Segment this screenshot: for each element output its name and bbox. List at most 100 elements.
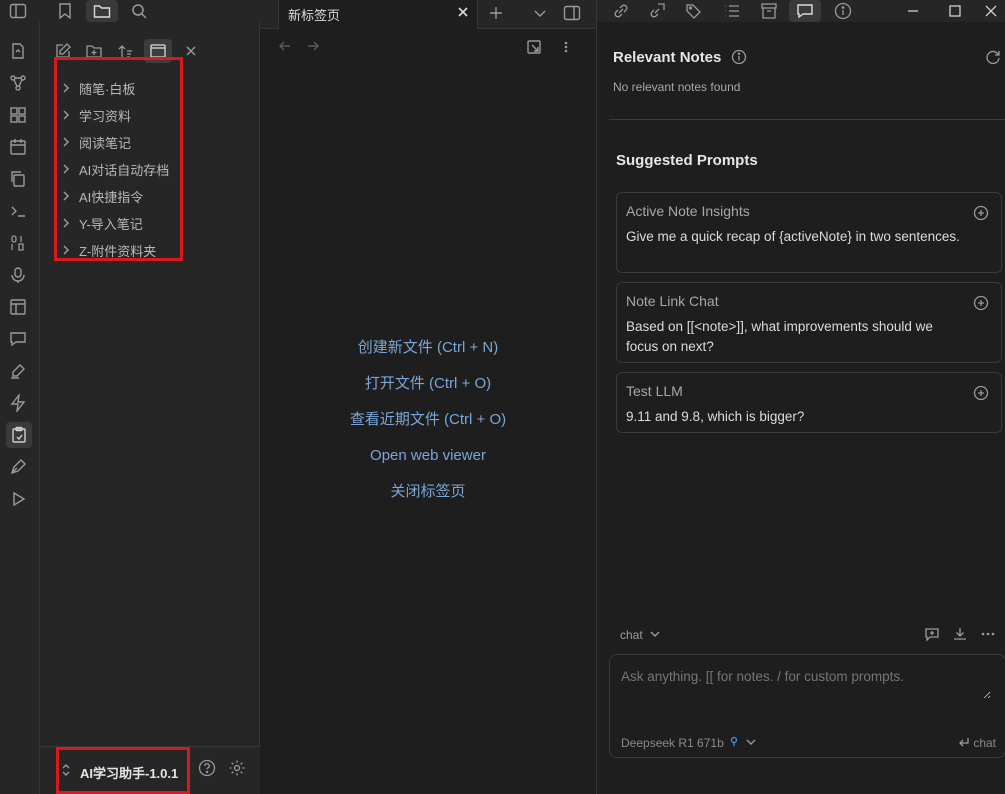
prompt-card[interactable]: Note Link Chat Based on [[<note>]], what… xyxy=(616,282,1002,363)
relevant-notes-empty-text: No relevant notes found xyxy=(613,80,741,94)
daily-note-calendar-icon[interactable] xyxy=(8,137,28,157)
tree-folder-label: 随笔·白板 xyxy=(79,81,136,97)
forward-arrow-icon[interactable] xyxy=(306,39,320,56)
close-tab-link[interactable]: 关闭标签页 xyxy=(260,483,596,519)
tree-folder-item[interactable]: Y-导入笔记 xyxy=(59,212,143,234)
bookmark-icon[interactable] xyxy=(52,0,78,22)
create-new-file-link[interactable]: 创建新文件 (Ctrl + N) xyxy=(260,339,596,375)
tree-folder-item[interactable]: 随笔·白板 xyxy=(59,77,135,99)
tree-folder-label: AI对话自动存档 xyxy=(79,162,170,178)
right-sidebar-toggle-icon[interactable] xyxy=(563,5,581,24)
chevron-down-icon xyxy=(746,739,756,745)
minimize-icon[interactable] xyxy=(900,0,926,22)
prompt-card[interactable]: Active Note Insights Give me a quick rec… xyxy=(616,192,1002,273)
highlighter-icon[interactable] xyxy=(8,361,28,381)
new-chat-icon[interactable] xyxy=(924,626,940,645)
tree-folder-label: 阅读笔记 xyxy=(79,135,132,151)
more-horizontal-icon[interactable] xyxy=(980,626,996,645)
chevron-right-icon xyxy=(59,83,73,93)
tree-folder-item[interactable]: AI对话自动存档 xyxy=(59,158,169,180)
chevron-right-icon xyxy=(59,218,73,228)
lightbulb-icon xyxy=(730,736,738,746)
chevron-right-icon xyxy=(59,191,73,201)
right-sidebar-tab-header xyxy=(597,0,1005,22)
prompt-card-title: Note Link Chat xyxy=(626,293,719,309)
chevron-up-down-icon xyxy=(61,762,71,781)
settings-gear-icon[interactable] xyxy=(228,759,246,780)
tab-new-tab[interactable]: 新标签页 xyxy=(278,0,478,29)
download-icon[interactable] xyxy=(952,626,968,645)
templates-copy-icon[interactable] xyxy=(8,169,28,189)
sidebar-toggle-icon[interactable] xyxy=(5,0,31,22)
tab-title: 新标签页 xyxy=(288,8,341,23)
outline-icon[interactable] xyxy=(719,0,745,22)
chat-bubble-icon[interactable] xyxy=(789,0,821,22)
chevron-down-icon[interactable] xyxy=(649,628,661,643)
tab-list-chevron-down-icon[interactable] xyxy=(532,5,548,24)
prompt-card-text: Give me a quick recap of {activeNote} in… xyxy=(626,229,960,244)
binary-icon[interactable] xyxy=(8,233,28,253)
tab-bar: 新标签页 xyxy=(260,0,596,29)
archive-icon[interactable] xyxy=(756,0,782,22)
relevant-notes-title: Relevant Notes xyxy=(613,49,722,66)
add-prompt-plus-icon[interactable] xyxy=(973,385,989,404)
message-icon[interactable] xyxy=(8,329,28,349)
clipboard-icon[interactable] xyxy=(6,422,32,448)
prompt-card-text: 9.11 and 9.8, which is bigger? xyxy=(626,409,805,424)
tags-icon[interactable] xyxy=(681,0,707,22)
lightning-icon[interactable] xyxy=(8,393,28,413)
chevron-right-icon xyxy=(59,110,73,120)
prompt-card-title: Active Note Insights xyxy=(626,203,750,219)
microphone-icon[interactable] xyxy=(8,265,28,285)
sidebar-tab-header xyxy=(0,0,260,22)
more-options-icon[interactable] xyxy=(563,39,569,58)
tree-folder-item[interactable]: Z-附件资料夹 xyxy=(59,239,156,261)
search-icon[interactable] xyxy=(126,0,152,22)
add-prompt-plus-icon[interactable] xyxy=(973,205,989,224)
tree-folder-item[interactable]: 学习资料 xyxy=(59,104,131,126)
info-icon[interactable] xyxy=(731,49,747,68)
chevron-right-icon xyxy=(59,245,73,255)
help-icon[interactable] xyxy=(198,759,216,780)
terminal-icon[interactable] xyxy=(8,201,28,221)
vault-switcher[interactable]: AI学习助手-1.0.1 xyxy=(56,747,190,794)
close-x-icon[interactable] xyxy=(180,40,202,62)
info-icon[interactable] xyxy=(830,0,856,22)
editor-pane: 创建新文件 (Ctrl + N) 打开文件 (Ctrl + O) 查看近期文件 … xyxy=(260,29,596,794)
back-arrow-icon[interactable] xyxy=(278,39,292,56)
outgoing-links-icon[interactable] xyxy=(644,0,670,22)
graph-view-icon[interactable] xyxy=(8,73,28,93)
close-icon[interactable] xyxy=(457,6,469,21)
new-tab-plus-icon[interactable] xyxy=(488,5,504,24)
enter-icon xyxy=(959,738,969,747)
refresh-icon[interactable] xyxy=(985,49,1001,68)
tree-folder-label: Z-附件资料夹 xyxy=(79,243,157,259)
chat-input[interactable] xyxy=(621,669,991,699)
tree-folder-item[interactable]: AI快捷指令 xyxy=(59,185,143,207)
maximize-icon[interactable] xyxy=(942,0,968,22)
prompt-card[interactable]: Test LLM 9.11 and 9.8, which is bigger? xyxy=(616,372,1002,433)
chat-toolbar: chat xyxy=(609,624,1002,644)
prompt-card-title: Test LLM xyxy=(626,383,683,399)
recent-files-link[interactable]: 查看近期文件 (Ctrl + O) xyxy=(260,411,596,447)
close-window-icon[interactable] xyxy=(978,0,1004,22)
backlinks-icon[interactable] xyxy=(608,0,634,22)
layout-icon[interactable] xyxy=(8,297,28,317)
tree-folder-label: AI快捷指令 xyxy=(79,189,144,205)
open-file-link[interactable]: 打开文件 (Ctrl + O) xyxy=(260,375,596,411)
empty-state-actions: 创建新文件 (Ctrl + N) 打开文件 (Ctrl + O) 查看近期文件 … xyxy=(260,339,596,519)
tree-folder-item[interactable]: 阅读笔记 xyxy=(59,131,131,153)
model-select[interactable]: Deepseek R1 671b xyxy=(621,736,757,750)
play-icon[interactable] xyxy=(8,489,28,509)
send-label: chat xyxy=(973,736,996,750)
chevron-right-icon xyxy=(59,164,73,174)
open-quick-switcher-icon[interactable] xyxy=(8,41,28,61)
open-web-viewer-link[interactable]: Open web viewer xyxy=(260,447,596,483)
chat-mode-select[interactable]: chat xyxy=(620,628,643,642)
pen-tool-icon[interactable] xyxy=(8,457,28,477)
folder-icon[interactable] xyxy=(86,0,118,22)
send-button[interactable]: chat xyxy=(958,736,996,750)
canvas-icon[interactable] xyxy=(8,105,28,125)
open-link-icon[interactable] xyxy=(526,39,542,58)
add-prompt-plus-icon[interactable] xyxy=(973,295,989,314)
